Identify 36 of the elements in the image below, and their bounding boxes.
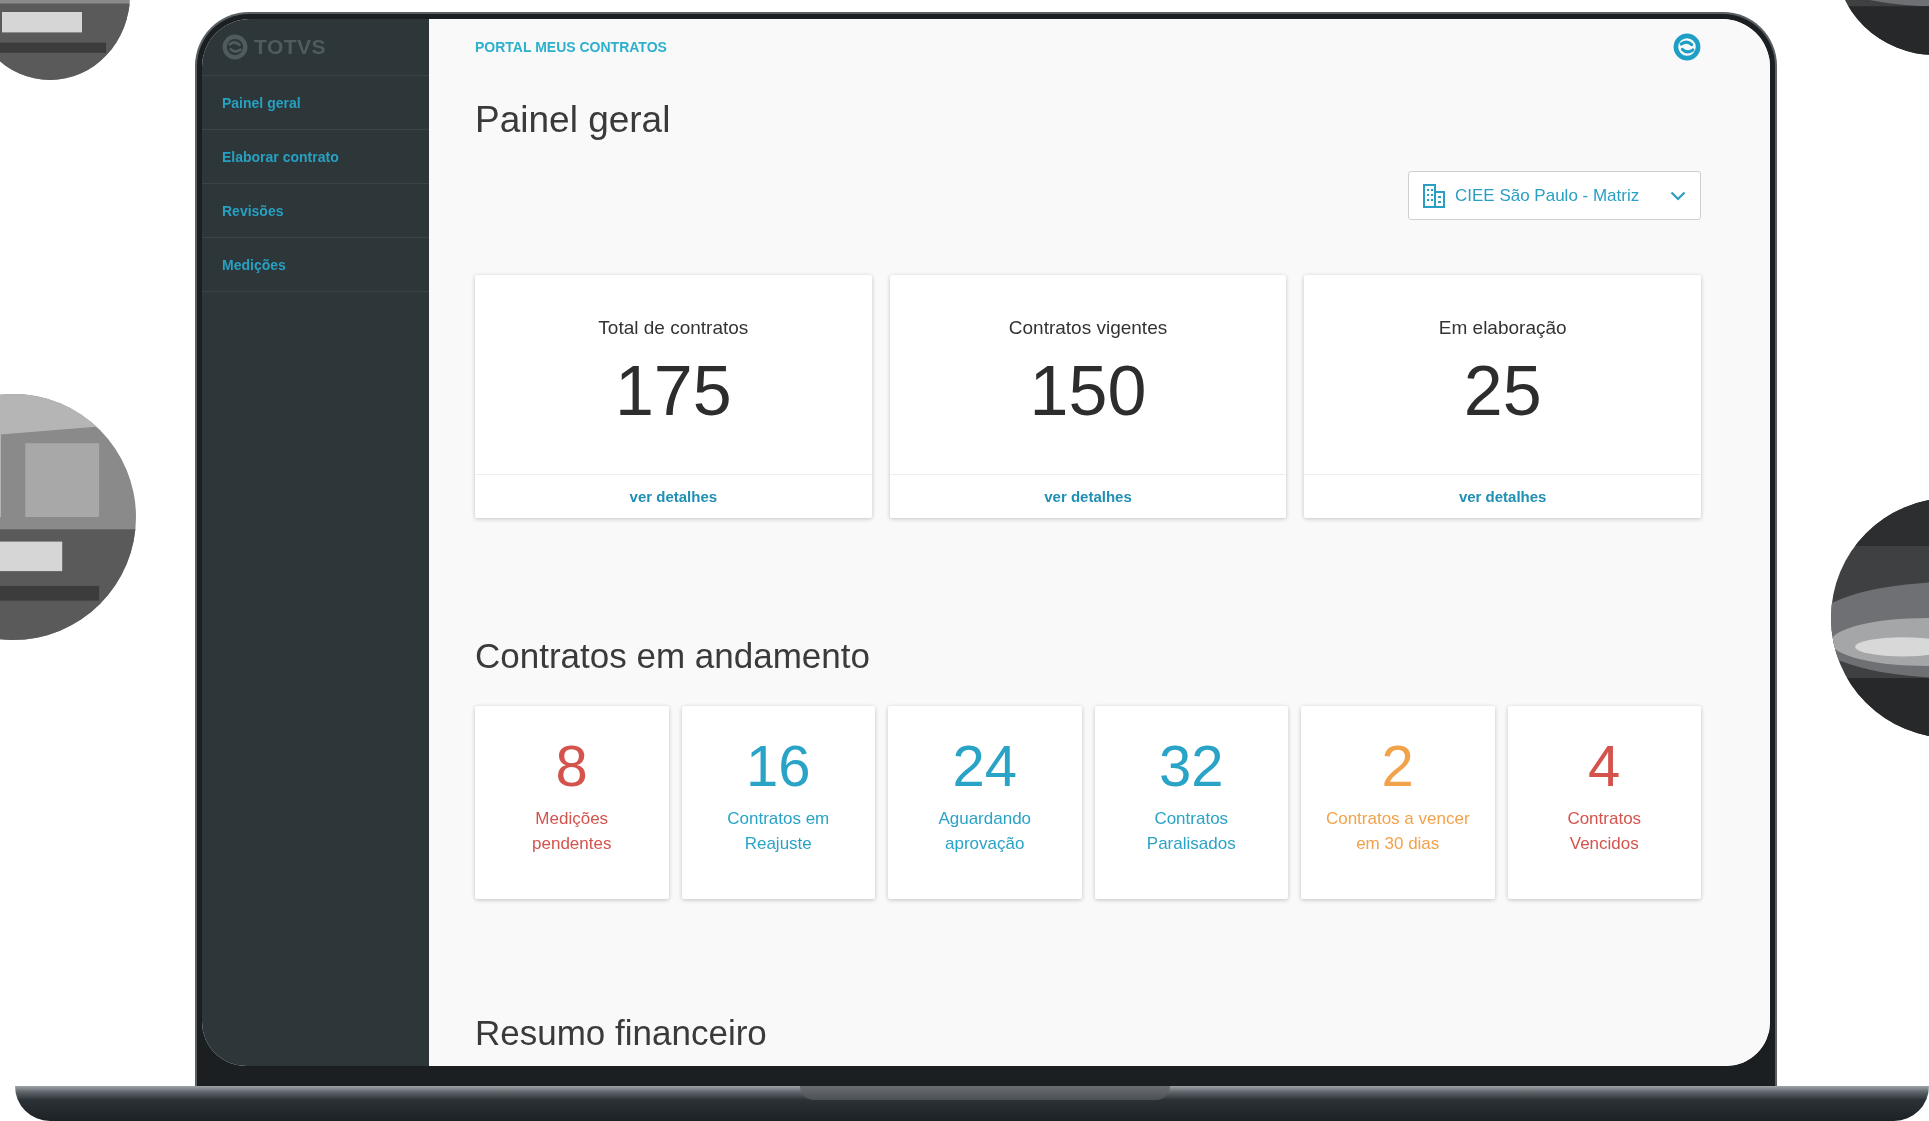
card-value: 150 bbox=[1029, 351, 1147, 431]
status-count: 8 bbox=[555, 734, 588, 798]
status-label: Contratos a vencer em 30 dias bbox=[1325, 808, 1470, 855]
page-title: Painel geral bbox=[475, 98, 672, 142]
status-card[interactable]: 8 Medições pendentes bbox=[475, 706, 669, 899]
logo-icon bbox=[222, 34, 248, 60]
portal-title: PORTAL MEUS CONTRATOS bbox=[475, 39, 667, 55]
status-label: Medições pendentes bbox=[532, 808, 612, 855]
card-label: Contratos vigentes bbox=[1008, 317, 1168, 339]
logo-icon bbox=[1673, 33, 1701, 61]
card-label: Em elaboração bbox=[1438, 317, 1567, 339]
status-card[interactable]: 24 Aguardando aprovação bbox=[888, 706, 1082, 899]
building-icon bbox=[1423, 183, 1445, 208]
details-link[interactable]: ver detalhes bbox=[1458, 488, 1547, 505]
status-label: Contratos em Reajuste bbox=[727, 808, 830, 855]
status-count: 32 bbox=[1159, 734, 1224, 798]
status-count: 16 bbox=[746, 734, 811, 798]
details-link[interactable]: ver detalhes bbox=[629, 488, 718, 505]
status-count: 2 bbox=[1381, 734, 1414, 798]
status-card[interactable]: 4 Contratos Vencidos bbox=[1507, 706, 1701, 899]
card-value: 25 bbox=[1463, 351, 1542, 431]
unit-dropdown[interactable]: CIEE São Paulo - Matriz bbox=[1408, 171, 1701, 220]
details-link[interactable]: ver detalhes bbox=[1044, 488, 1132, 505]
status-label: Contratos Paralisados bbox=[1146, 808, 1236, 855]
status-label: Aguardando aprovação bbox=[938, 808, 1032, 855]
status-label: Contratos Vencidos bbox=[1567, 808, 1642, 855]
status-card[interactable]: 16 Contratos em Reajuste bbox=[681, 706, 875, 899]
status-card[interactable]: 32 Contratos Paralisados bbox=[1094, 706, 1288, 899]
card-label: Total de contratos bbox=[598, 317, 749, 339]
chevron-down-icon bbox=[1670, 190, 1686, 201]
card-value: 175 bbox=[614, 351, 732, 431]
section-title: Resumo financeiro bbox=[475, 1012, 768, 1054]
status-card[interactable]: 2 Contratos a vencer em 30 dias bbox=[1301, 706, 1495, 899]
section-title: Contratos em andamento bbox=[475, 635, 871, 677]
status-count: 4 bbox=[1588, 734, 1621, 798]
status-count: 24 bbox=[952, 734, 1017, 798]
